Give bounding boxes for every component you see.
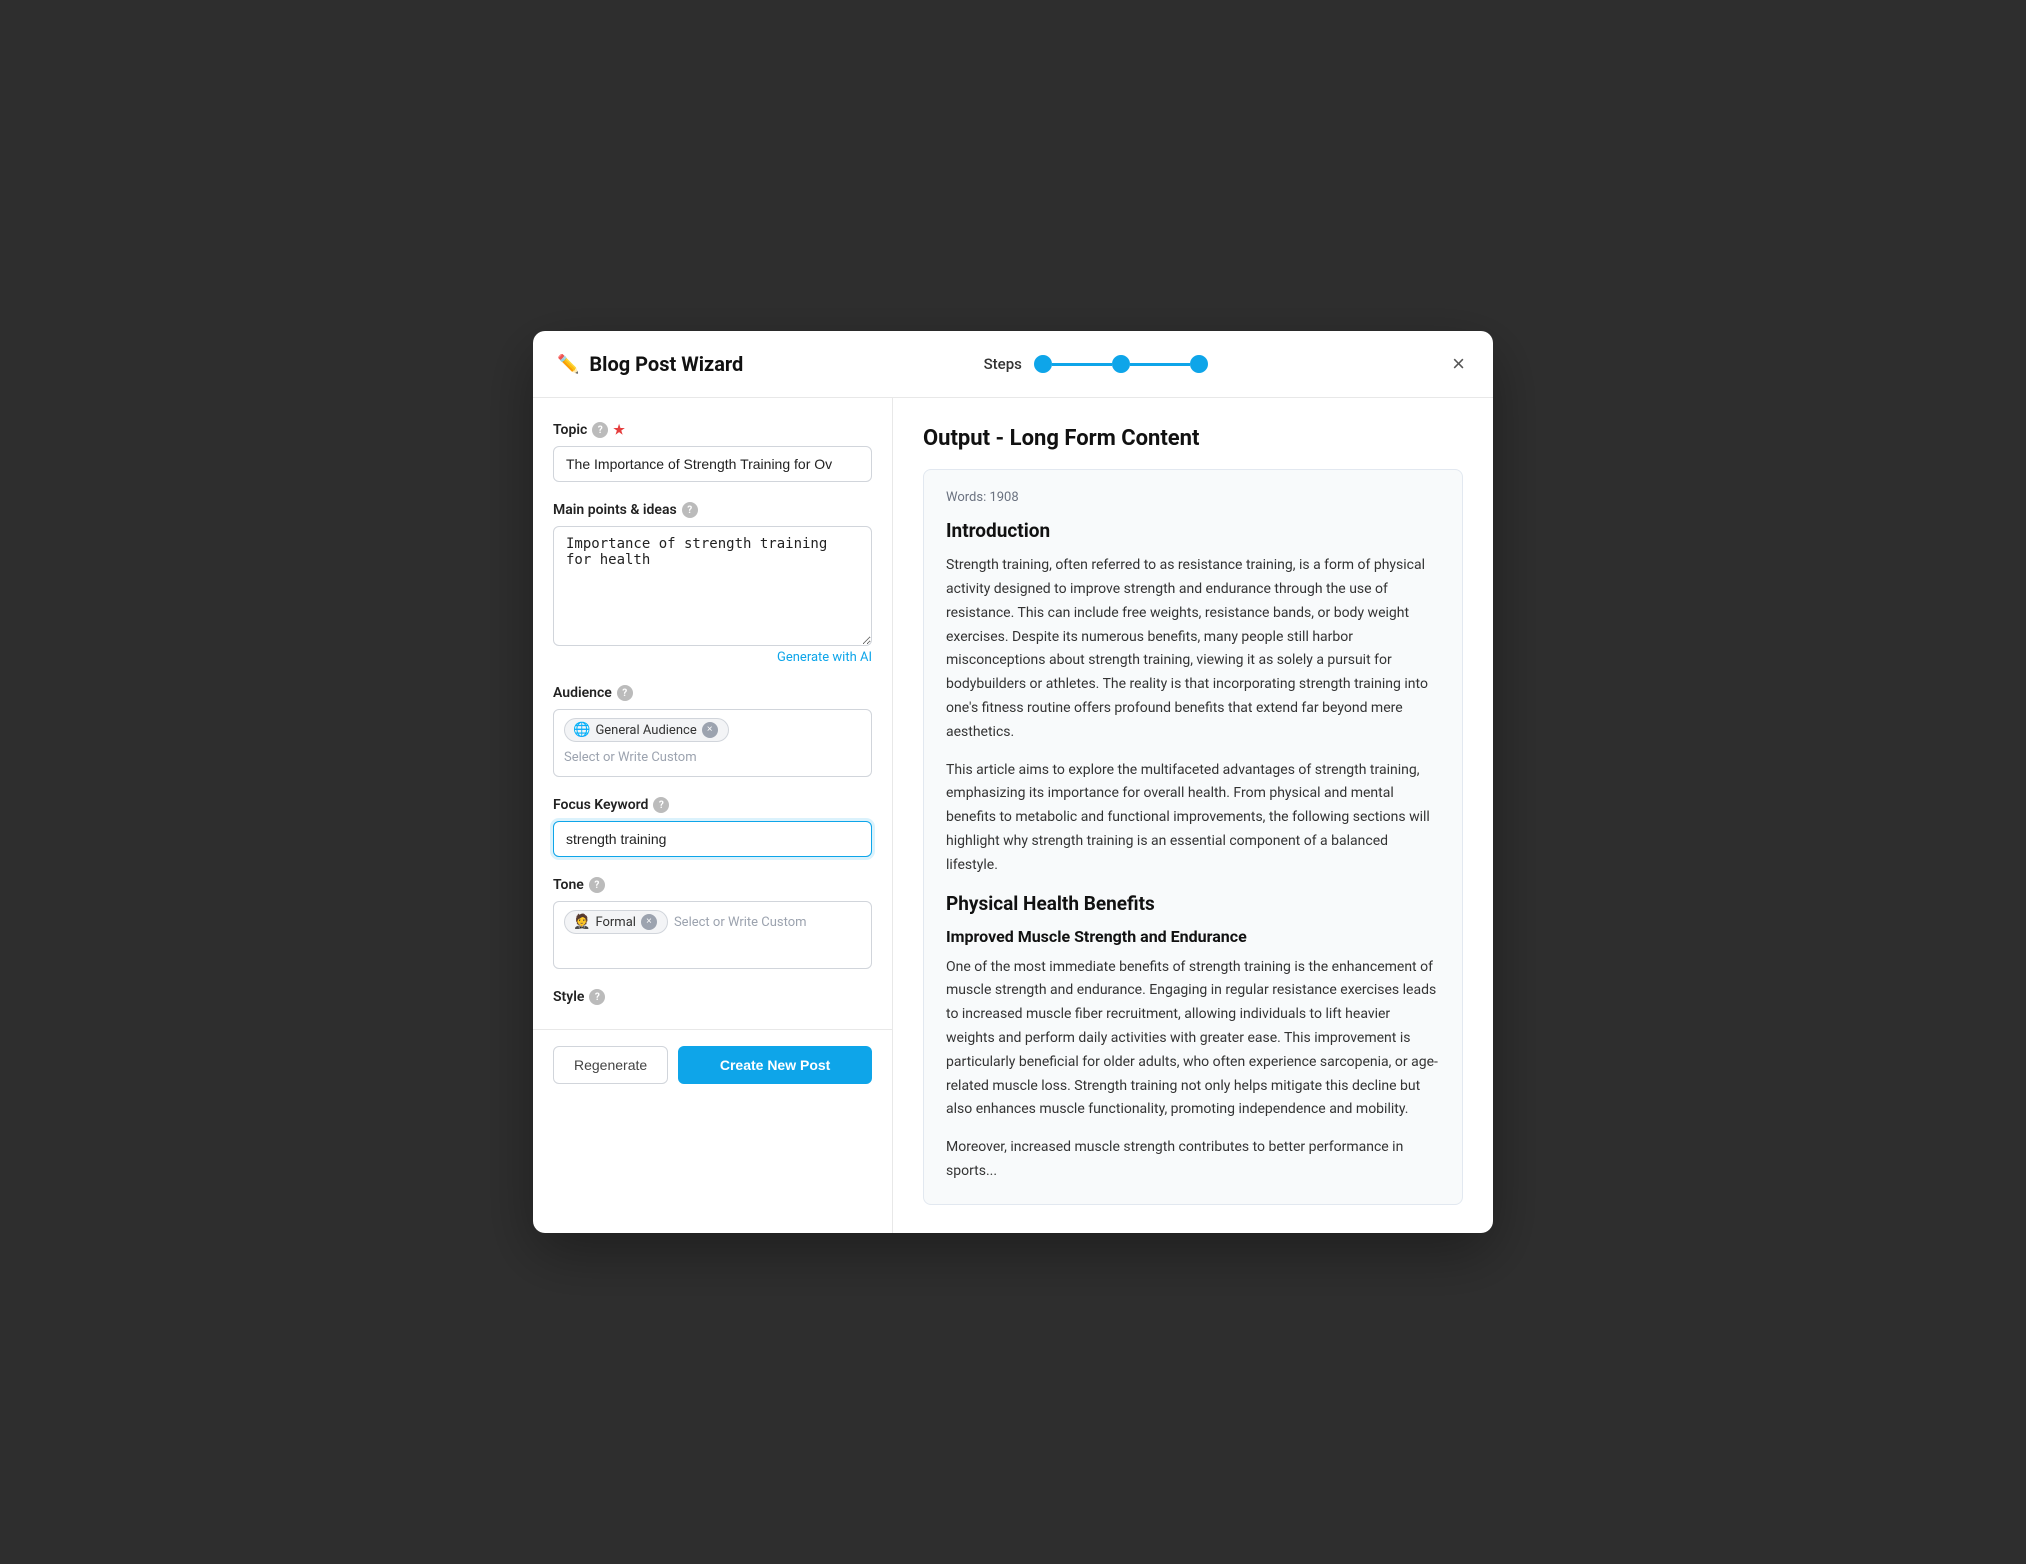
- tone-chip: 🤵 Formal ×: [564, 910, 668, 934]
- word-count: Words: 1908: [946, 490, 1440, 505]
- steps-track: [1034, 355, 1208, 373]
- audience-placeholder: Select or Write Custom: [564, 748, 861, 767]
- step-line-2: [1130, 363, 1190, 366]
- title-group: ✏️ Blog Post Wizard: [557, 352, 743, 376]
- modal-header: ✏️ Blog Post Wizard Steps ×: [533, 331, 1493, 398]
- step-2-dot: [1112, 355, 1130, 373]
- audience-chip: 🌐 General Audience ×: [564, 718, 729, 742]
- audience-chip-label: General Audience: [595, 723, 696, 738]
- create-new-post-button[interactable]: Create New Post: [678, 1046, 872, 1084]
- topic-input[interactable]: [553, 446, 872, 482]
- blog-post-wizard-modal: ✏️ Blog Post Wizard Steps ×: [533, 331, 1493, 1233]
- main-points-textarea[interactable]: Importance of strength training for heal…: [553, 526, 872, 646]
- tone-help-icon[interactable]: ?: [589, 877, 605, 893]
- audience-label: Audience ?: [553, 685, 872, 701]
- content-section-item: Introduction: [946, 519, 1440, 542]
- steps-group: Steps: [984, 355, 1208, 373]
- right-panel: Output - Long Form Content Words: 1908 I…: [893, 398, 1493, 1233]
- output-title: Output - Long Form Content: [923, 426, 1463, 451]
- modal-backdrop: ✏️ Blog Post Wizard Steps ×: [0, 0, 2026, 1564]
- modal-body: Topic ? ★ Main points & ideas ? Importan…: [533, 398, 1493, 1233]
- content-section-item: One of the most immediate benefits of st…: [946, 956, 1440, 1123]
- modal-title: Blog Post Wizard: [589, 352, 743, 376]
- content-section-item: Physical Health Benefits: [946, 892, 1440, 915]
- close-button[interactable]: ×: [1448, 349, 1469, 379]
- main-points-label: Main points & ideas ?: [553, 502, 872, 518]
- content-section-item: This article aims to explore the multifa…: [946, 759, 1440, 878]
- focus-keyword-field-group: Focus Keyword ?: [553, 797, 872, 857]
- content-section-item: Moreover, increased muscle strength cont…: [946, 1136, 1440, 1184]
- content-section-item: Improved Muscle Strength and Endurance: [946, 927, 1440, 946]
- content-section-item: Strength training, often referred to as …: [946, 554, 1440, 744]
- style-help-icon[interactable]: ?: [589, 989, 605, 1005]
- left-panel: Topic ? ★ Main points & ideas ? Importan…: [533, 398, 893, 1029]
- focus-keyword-label: Focus Keyword ?: [553, 797, 872, 813]
- tone-chip-label: Formal: [595, 915, 636, 930]
- content-card: Words: 1908 Introduction Strength trainin…: [923, 469, 1463, 1205]
- pencil-icon: ✏️: [557, 354, 579, 375]
- tone-tag-box[interactable]: 🤵 Formal × Select or Write Custom: [553, 901, 872, 969]
- audience-field-group: Audience ? 🌐 General Audience ×: [553, 685, 872, 777]
- tone-field-group: Tone ? 🤵 Formal × Select or Write Custom: [553, 877, 872, 969]
- topic-field-group: Topic ? ★: [553, 422, 872, 482]
- topic-help-icon[interactable]: ?: [592, 422, 608, 438]
- tone-placeholder: Select or Write Custom: [674, 913, 807, 932]
- topic-required-star: ★: [613, 423, 625, 438]
- steps-label: Steps: [984, 355, 1022, 373]
- audience-help-icon[interactable]: ?: [617, 685, 633, 701]
- focus-keyword-input[interactable]: [553, 821, 872, 857]
- main-points-help-icon[interactable]: ?: [682, 502, 698, 518]
- topic-label: Topic ? ★: [553, 422, 872, 438]
- audience-chip-remove[interactable]: ×: [702, 722, 718, 738]
- style-field-group: Style ?: [553, 989, 872, 1005]
- style-label: Style ?: [553, 989, 872, 1005]
- globe-icon: 🌐: [573, 722, 590, 738]
- step-line-1: [1052, 363, 1112, 366]
- audience-tag-box[interactable]: 🌐 General Audience × Select or Write Cus…: [553, 709, 872, 777]
- focus-keyword-help-icon[interactable]: ?: [653, 797, 669, 813]
- step-1-dot: [1034, 355, 1052, 373]
- left-panel-wrapper: Topic ? ★ Main points & ideas ? Importan…: [533, 398, 893, 1233]
- tone-chip-remove[interactable]: ×: [641, 914, 657, 930]
- regenerate-button[interactable]: Regenerate: [553, 1046, 668, 1084]
- step-3-dot: [1190, 355, 1208, 373]
- audience-tag-row: 🌐 General Audience ×: [564, 718, 861, 742]
- content-sections: Introduction Strength training, often ref…: [946, 519, 1440, 1184]
- tone-tag-row: 🤵 Formal × Select or Write Custom: [564, 910, 861, 934]
- generate-ai-link[interactable]: Generate with AI: [553, 650, 872, 665]
- tone-label: Tone ?: [553, 877, 872, 893]
- formal-icon: 🤵: [573, 914, 590, 930]
- footer-buttons: Regenerate Create New Post: [533, 1029, 892, 1100]
- main-points-field-group: Main points & ideas ? Importance of stre…: [553, 502, 872, 665]
